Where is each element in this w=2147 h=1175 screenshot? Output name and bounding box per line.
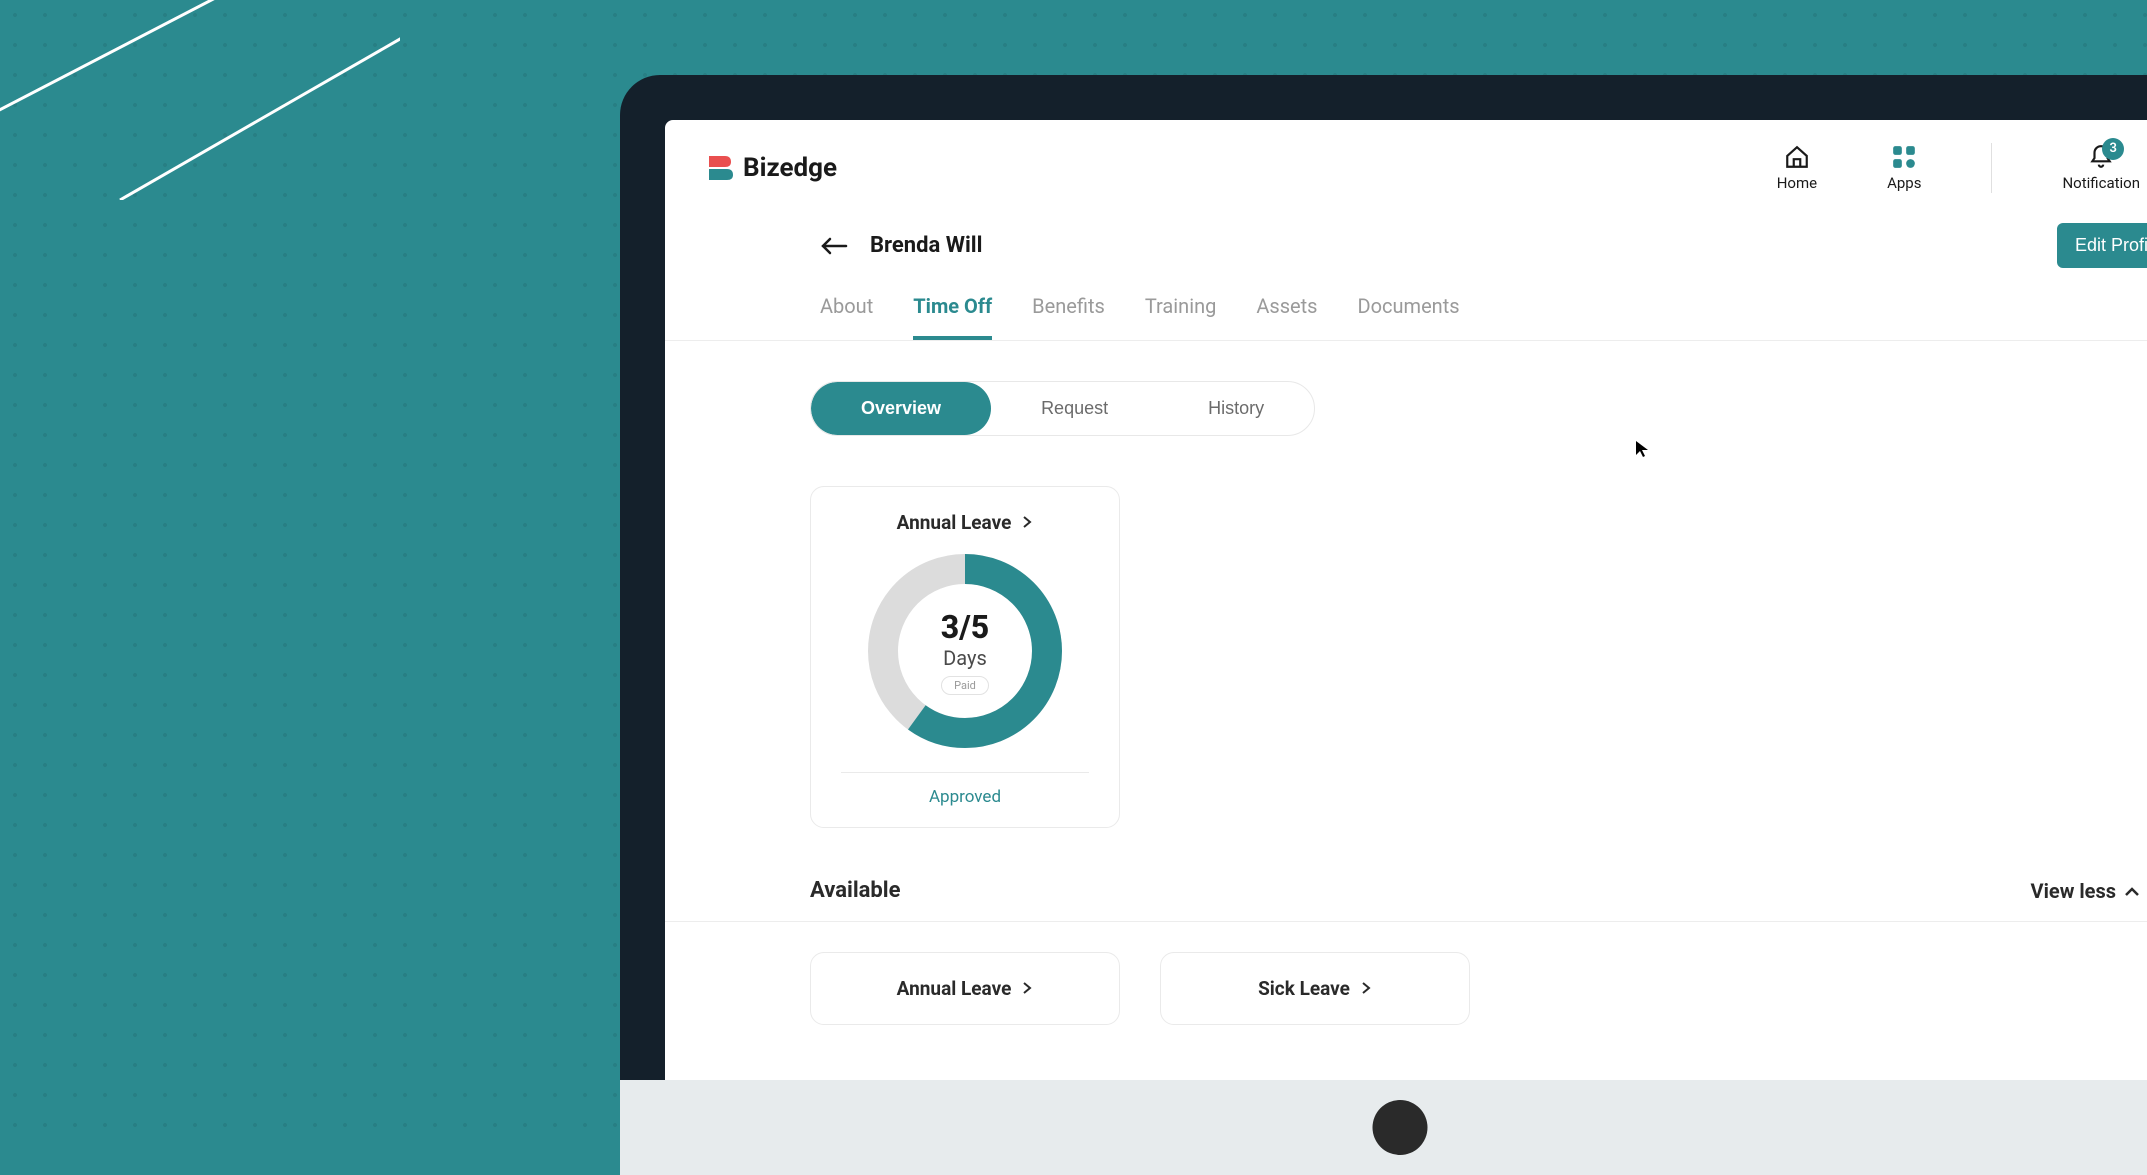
monitor-base: [620, 1080, 2147, 1175]
logo-icon: [705, 154, 733, 182]
donut-value: 3/5: [941, 608, 989, 646]
available-sick-leave[interactable]: Sick Leave: [1160, 952, 1470, 1025]
main-tabs: About Time Off Benefits Training Assets …: [665, 276, 2147, 341]
chevron-right-icon: [1021, 513, 1033, 532]
nav-divider: [1991, 143, 1992, 193]
app-screen: Bizedge Home: [665, 120, 2147, 1080]
monitor-camera: [1373, 1100, 1428, 1155]
notification-badge: 3: [2102, 138, 2124, 160]
edit-profile-button[interactable]: Edit Profile: [2057, 223, 2147, 268]
profile-left: Brenda Will: [820, 233, 982, 258]
nav-home-label: Home: [1777, 174, 1817, 192]
nav-notification-label: Notification: [2062, 174, 2140, 192]
card-divider: [841, 772, 1089, 773]
tab-training[interactable]: Training: [1145, 294, 1217, 340]
nav-home[interactable]: Home: [1777, 144, 1817, 192]
view-less-toggle[interactable]: View less: [2031, 879, 2140, 903]
subtab-history[interactable]: History: [1158, 382, 1314, 435]
profile-name: Brenda Will: [870, 233, 982, 258]
available-annual-leave[interactable]: Annual Leave: [810, 952, 1120, 1025]
available-cards-row: Annual Leave Sick Leave: [665, 922, 2147, 1025]
chevron-right-icon: [1360, 979, 1372, 998]
brand-logo[interactable]: Bizedge: [705, 153, 837, 183]
brand-name: Bizedge: [743, 153, 837, 183]
donut-unit: Days: [943, 646, 987, 670]
card-title-row[interactable]: Annual Leave: [897, 511, 1034, 534]
subtab-request[interactable]: Request: [991, 382, 1158, 435]
subtab-overview[interactable]: Overview: [811, 382, 991, 435]
available-label: Annual Leave: [897, 977, 1012, 1000]
nav-apps-label: Apps: [1887, 174, 1921, 192]
chevron-right-icon: [1021, 979, 1033, 998]
donut-center: 3/5 Days Paid: [860, 546, 1070, 756]
card-title: Annual Leave: [897, 511, 1012, 534]
view-toggle-label: View less: [2031, 879, 2116, 903]
available-label: Sick Leave: [1258, 977, 1350, 1000]
topbar: Bizedge Home: [665, 120, 2147, 215]
available-title: Available: [810, 878, 901, 903]
leave-donut-chart: 3/5 Days Paid: [860, 546, 1070, 756]
profile-bar: Brenda Will Edit Profile: [665, 215, 2147, 276]
tab-time-off[interactable]: Time Off: [913, 294, 992, 340]
tab-assets[interactable]: Assets: [1256, 294, 1317, 340]
tab-about[interactable]: About: [820, 294, 873, 340]
annual-leave-card: Annual Leave 3/5 Days Pa: [810, 486, 1120, 828]
back-arrow-icon[interactable]: [820, 236, 848, 256]
chevron-up-icon: [2124, 879, 2140, 903]
tab-benefits[interactable]: Benefits: [1032, 294, 1105, 340]
nav-icons: Home Apps: [1777, 143, 2140, 193]
apps-icon: [1891, 144, 1917, 170]
card-status: Approved: [929, 787, 1001, 807]
bell-icon: 3: [2088, 144, 2114, 170]
tab-documents[interactable]: Documents: [1358, 294, 1460, 340]
donut-badge: Paid: [941, 676, 989, 695]
sub-tabs: Overview Request History: [810, 381, 1315, 436]
nav-apps[interactable]: Apps: [1887, 144, 1921, 192]
nav-notification[interactable]: 3 Notification: [2062, 144, 2140, 192]
home-icon: [1784, 144, 1810, 170]
leave-cards-row: Annual Leave 3/5 Days Pa: [665, 436, 2147, 828]
available-section-header: Available View less: [665, 828, 2147, 922]
monitor-frame: Bizedge Home: [620, 75, 2147, 1175]
